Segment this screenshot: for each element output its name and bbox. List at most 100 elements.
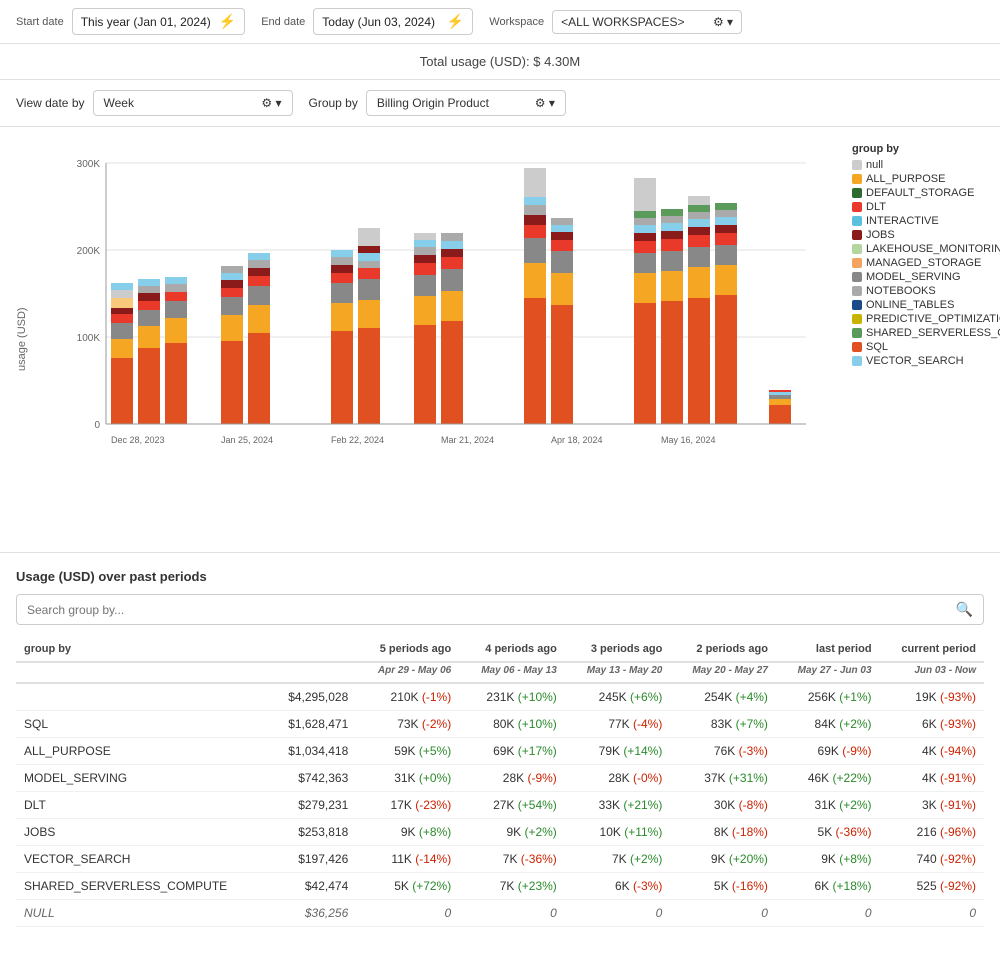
col-header: 2 periods ago (670, 637, 776, 662)
table-section: Usage (USD) over past periods 🔍 group by… (0, 553, 1000, 943)
legend-item: SHARED_SERVERLESS_COMPUTE (852, 327, 1000, 339)
group-by-value: Billing Origin Product (377, 96, 489, 110)
view-date-group: View date by Week ⚙ ▾ (16, 90, 293, 116)
view-date-select[interactable]: Week ⚙ ▾ (93, 90, 293, 116)
period-cell: 19K (-93%) (880, 683, 984, 711)
period-cell: 31K (+2%) (776, 792, 880, 819)
search-input[interactable] (27, 603, 956, 617)
svg-text:0: 0 (94, 420, 100, 431)
col-header (269, 637, 357, 662)
end-date-control[interactable]: Today (Jun 03, 2024) ⚡ (313, 8, 473, 35)
period-cell: 6K (-3%) (565, 873, 671, 900)
period-cell: 0 (565, 900, 671, 927)
end-date-label: End date (261, 16, 305, 28)
group-by-select[interactable]: Billing Origin Product ⚙ ▾ (366, 90, 566, 116)
period-cell: 9K (+8%) (356, 819, 459, 846)
workspace-group: Workspace <ALL WORKSPACES> ⚙ ▾ (489, 10, 742, 34)
col-header: 4 periods ago (459, 637, 565, 662)
svg-text:200K: 200K (77, 246, 101, 257)
search-bar[interactable]: 🔍 (16, 594, 984, 625)
period-cell: 84K (+2%) (776, 711, 880, 738)
alltime-cell: $279,231 (269, 792, 357, 819)
legend-item: JOBS (852, 229, 1000, 241)
legend-title: group by (852, 143, 1000, 155)
alltime-cell: $253,818 (269, 819, 357, 846)
table-row: ALL_PURPOSE$1,034,41859K (+5%)69K (+17%)… (16, 738, 984, 765)
period-cell: 83K (+7%) (670, 711, 776, 738)
period-cell: 525 (-92%) (880, 873, 984, 900)
end-date-icon: ⚡ (447, 13, 464, 30)
period-cell: 73K (-2%) (356, 711, 459, 738)
start-date-control[interactable]: This year (Jan 01, 2024) ⚡ (72, 8, 246, 35)
period-cell: 254K (+4%) (670, 683, 776, 711)
period-cell: 79K (+14%) (565, 738, 671, 765)
group-cell: MODEL_SERVING (16, 765, 269, 792)
legend-item: ONLINE_TABLES (852, 299, 1000, 311)
svg-text:Mar 21, 2024: Mar 21, 2024 (441, 435, 494, 445)
table-row: NULL$36,256000000 (16, 900, 984, 927)
group-cell: JOBS (16, 819, 269, 846)
view-date-value: Week (104, 96, 134, 110)
col-subheader: Apr 29 - May 06 (356, 662, 459, 683)
table-row: DLT$279,23117K (-23%)27K (+54%)33K (+21%… (16, 792, 984, 819)
group-by-icon: ⚙ ▾ (535, 96, 555, 110)
period-cell: 7K (-36%) (459, 846, 565, 873)
start-date-value: This year (Jan 01, 2024) (81, 15, 211, 29)
period-cell: 10K (+11%) (565, 819, 671, 846)
period-cell: 76K (-3%) (670, 738, 776, 765)
period-cell: 80K (+10%) (459, 711, 565, 738)
period-cell: 7K (+2%) (565, 846, 671, 873)
col-subheader: May 13 - May 20 (565, 662, 671, 683)
y-axis-label: usage (USD) (16, 143, 28, 536)
period-cell: 69K (+17%) (459, 738, 565, 765)
search-icon: 🔍 (956, 601, 973, 618)
period-cell: 46K (+22%) (776, 765, 880, 792)
legend-item: DLT (852, 201, 1000, 213)
col-subheader: Jun 03 - Now (880, 662, 984, 683)
period-cell: 8K (-18%) (670, 819, 776, 846)
period-cell: 245K (+6%) (565, 683, 671, 711)
legend-item: null (852, 159, 1000, 171)
col-subheader: May 27 - Jun 03 (776, 662, 880, 683)
svg-text:Jan 25, 2024: Jan 25, 2024 (221, 435, 273, 445)
legend-item: SQL (852, 341, 1000, 353)
group-cell: ALL_PURPOSE (16, 738, 269, 765)
table-row: SQL$1,628,47173K (-2%)80K (+10%)77K (-4%… (16, 711, 984, 738)
start-date-icon: ⚡ (219, 13, 236, 30)
legend-item: MODEL_SERVING (852, 271, 1000, 283)
group-cell: SHARED_SERVERLESS_COMPUTE (16, 873, 269, 900)
total-label: Total usage (USD): $ 4.30M (420, 54, 580, 69)
period-cell: 9K (+8%) (776, 846, 880, 873)
group-cell: VECTOR_SEARCH (16, 846, 269, 873)
end-date-group: End date Today (Jun 03, 2024) ⚡ (261, 8, 473, 35)
col-subheader (269, 662, 357, 683)
legend-item: INTERACTIVE (852, 215, 1000, 227)
period-cell: 59K (+5%) (356, 738, 459, 765)
table-wrapper: group by5 periods ago4 periods ago3 peri… (16, 637, 984, 927)
period-cell: 210K (-1%) (356, 683, 459, 711)
table-row: SHARED_SERVERLESS_COMPUTE$42,4745K (+72%… (16, 873, 984, 900)
svg-text:100K: 100K (77, 333, 101, 344)
period-cell: 0 (670, 900, 776, 927)
period-cell: 0 (459, 900, 565, 927)
col-subheader: May 06 - May 13 (459, 662, 565, 683)
period-cell: 256K (+1%) (776, 683, 880, 711)
period-cell: 11K (-14%) (356, 846, 459, 873)
period-cell: 6K (+18%) (776, 873, 880, 900)
end-date-value: Today (Jun 03, 2024) (322, 15, 435, 29)
col-subheader (16, 662, 269, 683)
period-cell: 216 (-96%) (880, 819, 984, 846)
period-cell: 740 (-92%) (880, 846, 984, 873)
workspace-control[interactable]: <ALL WORKSPACES> ⚙ ▾ (552, 10, 742, 34)
period-cell: 0 (356, 900, 459, 927)
col-header: last period (776, 637, 880, 662)
chart-container: usage (USD) 300K 200K 100K 0 Dec 28, 202… (0, 127, 1000, 553)
period-cell: 28K (-0%) (565, 765, 671, 792)
alltime-cell: $197,426 (269, 846, 357, 873)
chart-svg: 300K 200K 100K 0 Dec 28, 2023 Jan 25, 20… (56, 143, 836, 533)
legend-item: MANAGED_STORAGE (852, 257, 1000, 269)
period-cell: 231K (+10%) (459, 683, 565, 711)
col-header: current period (880, 637, 984, 662)
legend-item: DEFAULT_STORAGE (852, 187, 1000, 199)
svg-text:Feb 22, 2024: Feb 22, 2024 (331, 435, 384, 445)
